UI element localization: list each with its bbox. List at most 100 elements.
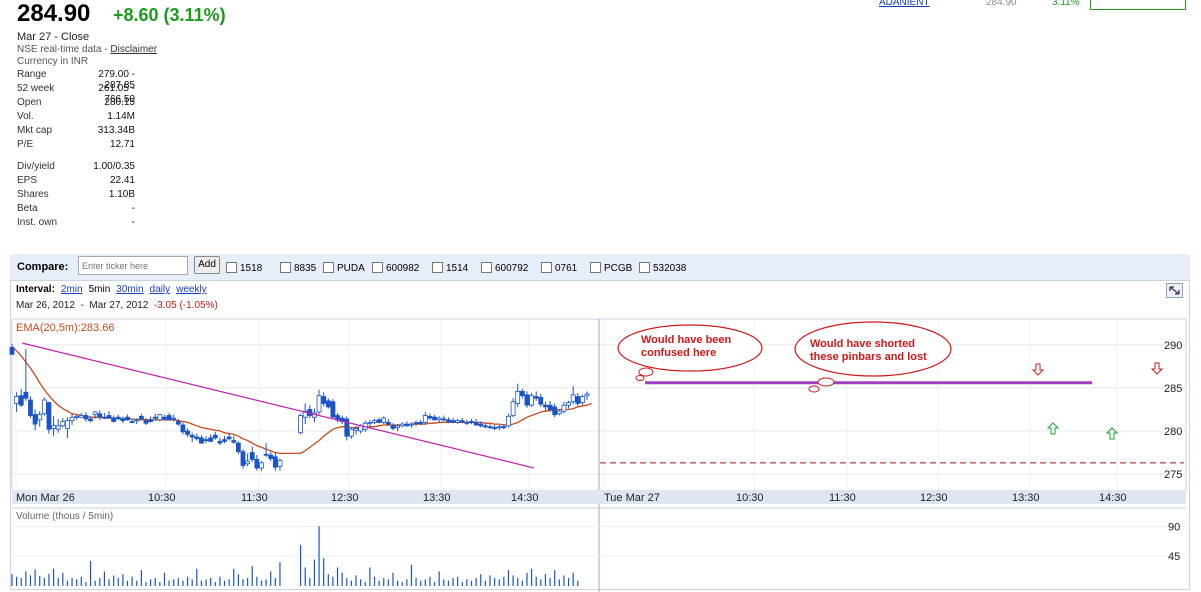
ema-line — [11, 346, 592, 455]
candle-body — [538, 396, 544, 405]
candle — [432, 414, 437, 421]
candle-body — [263, 453, 269, 456]
candle-body — [138, 415, 144, 420]
candle-body — [376, 419, 382, 423]
sell-arrow-icon — [1150, 362, 1164, 375]
candle-body — [152, 416, 158, 419]
candle — [9, 343, 15, 355]
candle — [41, 397, 47, 416]
x-tick-label: 11:30 — [241, 492, 268, 504]
candle — [427, 413, 433, 420]
candle — [566, 400, 571, 409]
candle — [18, 388, 24, 407]
candle — [307, 405, 313, 419]
candle — [106, 411, 112, 419]
candle-body — [222, 439, 227, 442]
candle — [524, 391, 530, 408]
candle — [570, 386, 576, 405]
candle — [312, 408, 317, 423]
candle-body — [51, 425, 56, 429]
candle-body — [272, 456, 278, 468]
candle — [376, 418, 382, 424]
candle-body — [28, 399, 33, 416]
candle-body — [92, 411, 98, 416]
candle — [180, 422, 186, 435]
candle-body — [413, 421, 419, 424]
candle-body — [194, 436, 200, 440]
candle-body — [441, 418, 447, 421]
candle — [268, 451, 274, 462]
candle-body — [65, 420, 70, 429]
candle — [65, 417, 70, 438]
candle-body — [78, 415, 84, 418]
candle-body — [529, 395, 534, 406]
price-chart: 290 285 280 275 EMA(20,5m):283.66 Would have … — [9, 318, 1187, 592]
callout-tail — [808, 385, 820, 393]
callout-tail — [635, 375, 645, 381]
candle-body — [120, 418, 126, 422]
candle-body — [547, 404, 553, 410]
buy-arrow-icon-shape — [1105, 427, 1119, 440]
candle-body — [203, 439, 209, 442]
candle-body — [18, 395, 24, 406]
candle — [217, 437, 223, 445]
candle — [399, 422, 405, 428]
x-tick-label: 14:30 — [1099, 492, 1127, 504]
candle — [14, 392, 20, 413]
candle-body — [235, 442, 241, 453]
candle-body — [575, 396, 581, 404]
candle-body — [464, 421, 470, 424]
candle — [492, 424, 498, 431]
candle-body — [14, 396, 20, 404]
candle — [51, 416, 56, 437]
candle — [115, 414, 121, 420]
candle — [552, 403, 558, 418]
candle-body — [298, 415, 303, 434]
candle — [302, 403, 308, 425]
ema-label: EMA(20,5m):283.66 — [16, 322, 114, 334]
candle — [325, 398, 331, 409]
candle — [543, 401, 548, 411]
volume-tick-label: 45 — [1168, 551, 1180, 563]
candle-body — [561, 404, 567, 412]
candle — [194, 433, 200, 441]
candle — [372, 418, 377, 425]
candle-body — [552, 406, 558, 416]
candle-body — [487, 426, 493, 429]
volume-label: Volume (thous / 5min) — [16, 511, 113, 522]
candle-body — [208, 437, 214, 442]
candle-body — [240, 451, 246, 466]
candle-body — [515, 390, 521, 404]
candle-body — [584, 393, 590, 397]
candle — [487, 424, 493, 430]
candle — [208, 434, 214, 443]
candle — [298, 413, 303, 435]
candle — [60, 418, 66, 428]
candle-body — [157, 414, 163, 421]
candle-body — [148, 419, 154, 422]
sell-arrow-icon — [1031, 363, 1045, 376]
candle — [245, 453, 251, 467]
x-tick-label: 12:30 — [331, 492, 359, 504]
candle — [339, 415, 345, 425]
candle-body — [60, 421, 66, 427]
candle-body — [259, 462, 264, 469]
candle — [259, 461, 264, 471]
candle-body — [277, 459, 283, 467]
candle-body — [455, 420, 461, 423]
candle — [78, 412, 84, 419]
candle — [254, 455, 260, 471]
candle — [580, 394, 585, 406]
candle-body — [473, 421, 479, 426]
candle-body — [353, 428, 359, 431]
candle-body — [69, 416, 75, 422]
candle — [231, 436, 237, 444]
callout-text: Would have shorted — [810, 338, 915, 350]
candle-body — [37, 414, 43, 421]
x-tick-label: Tue Mar 27 — [604, 492, 660, 504]
candle-body — [166, 415, 172, 421]
candle — [330, 399, 336, 419]
candle-body — [83, 415, 89, 420]
candle — [381, 416, 387, 425]
annotation-callout: Would have beenconfused here — [617, 324, 763, 381]
